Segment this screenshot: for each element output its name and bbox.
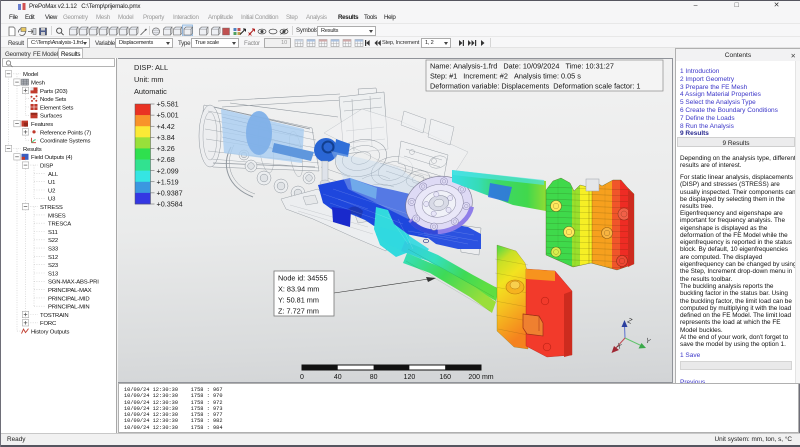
svg-text:40: 40 [334, 374, 342, 381]
svg-text:Surfaces: Surfaces [40, 114, 62, 120]
svg-text:X: 83.94 mm: X: 83.94 mm [278, 285, 319, 294]
svg-text:S23: S23 [48, 263, 59, 269]
svg-text:Z: 7.727 mm: Z: 7.727 mm [278, 307, 319, 316]
svg-text:Deformation variable: Displace: Deformation variable: Displacements Defo… [430, 82, 640, 91]
svg-text:U1: U1 [48, 180, 55, 186]
svg-text:Coordinate Systems: Coordinate Systems [40, 139, 91, 145]
svg-text:Parts (203): Parts (203) [40, 89, 68, 95]
svg-text:PRINCIPAL-MIN: PRINCIPAL-MIN [48, 305, 89, 311]
svg-text:Automatic: Automatic [134, 87, 167, 96]
svg-text:U2: U2 [48, 188, 55, 194]
svg-text:Unit: mm: Unit: mm [134, 75, 164, 84]
svg-text:Mesh: Mesh [31, 81, 45, 87]
svg-text:Y: 50.81 mm: Y: 50.81 mm [278, 296, 319, 305]
svg-text:S22: S22 [48, 238, 58, 244]
svg-text:+0.9387: +0.9387 [157, 188, 183, 197]
svg-text:+5.001: +5.001 [157, 111, 179, 120]
svg-text:+5.581: +5.581 [157, 100, 179, 109]
svg-text:TRESCA: TRESCA [48, 222, 71, 228]
svg-text:+2.099: +2.099 [157, 166, 179, 175]
svg-text:120: 120 [404, 374, 416, 381]
svg-text:Results: Results [23, 147, 42, 153]
svg-text:0: 0 [300, 374, 304, 381]
svg-text:+3.26: +3.26 [157, 144, 175, 153]
svg-text:+1.519: +1.519 [157, 177, 179, 186]
svg-text:S13: S13 [48, 271, 59, 277]
svg-text:Node Sets: Node Sets [40, 97, 66, 103]
svg-text:S33: S33 [48, 247, 59, 253]
svg-text:Model: Model [23, 72, 38, 78]
svg-text:DISP: DISP [40, 164, 53, 170]
svg-text:Name: Analysis-1.frd Date: 1: Name: Analysis-1.frd Date: 10/09/2024 Ti… [430, 62, 614, 71]
svg-text:ALL: ALL [48, 172, 59, 178]
svg-text:MISES: MISES [48, 213, 66, 219]
svg-text:+2.68: +2.68 [157, 155, 175, 164]
svg-text:200 mm: 200 mm [468, 374, 493, 381]
svg-text:Field Outputs (4): Field Outputs (4) [31, 155, 73, 161]
svg-text:+0.3584: +0.3584 [157, 200, 183, 209]
svg-text:+4.42: +4.42 [157, 122, 175, 131]
svg-text:PRINCIPAL-MID: PRINCIPAL-MID [48, 296, 89, 302]
svg-text:Node id: 34555: Node id: 34555 [278, 274, 328, 283]
svg-text:History Outputs: History Outputs [31, 330, 70, 336]
svg-text:Z: Z [626, 317, 633, 325]
svg-text:Element Sets: Element Sets [40, 105, 73, 111]
svg-text:STRESS: STRESS [40, 205, 63, 211]
svg-text:PRINCIPAL-MAX: PRINCIPAL-MAX [48, 288, 92, 294]
svg-text:SGN-MAX-ABS-PRI: SGN-MAX-ABS-PRI [48, 280, 99, 286]
svg-text:FORC: FORC [40, 321, 57, 327]
svg-text:TOSTRAIN: TOSTRAIN [40, 313, 68, 319]
svg-text:U3: U3 [48, 197, 56, 203]
svg-text:Reference Points (7): Reference Points (7) [40, 130, 91, 136]
svg-text:Y: Y [644, 337, 651, 345]
svg-text:S11: S11 [48, 230, 58, 236]
svg-text:Step: #1 Increment: #2 Ana: Step: #1 Increment: #2 Analysis time: 0.… [430, 72, 581, 81]
svg-text:+3.84: +3.84 [157, 133, 175, 142]
svg-text:DISP: ALL: DISP: ALL [134, 63, 168, 72]
svg-text:S12: S12 [48, 255, 58, 261]
svg-text:Features: Features [31, 122, 53, 128]
svg-text:160: 160 [439, 374, 451, 381]
svg-text:80: 80 [370, 374, 378, 381]
